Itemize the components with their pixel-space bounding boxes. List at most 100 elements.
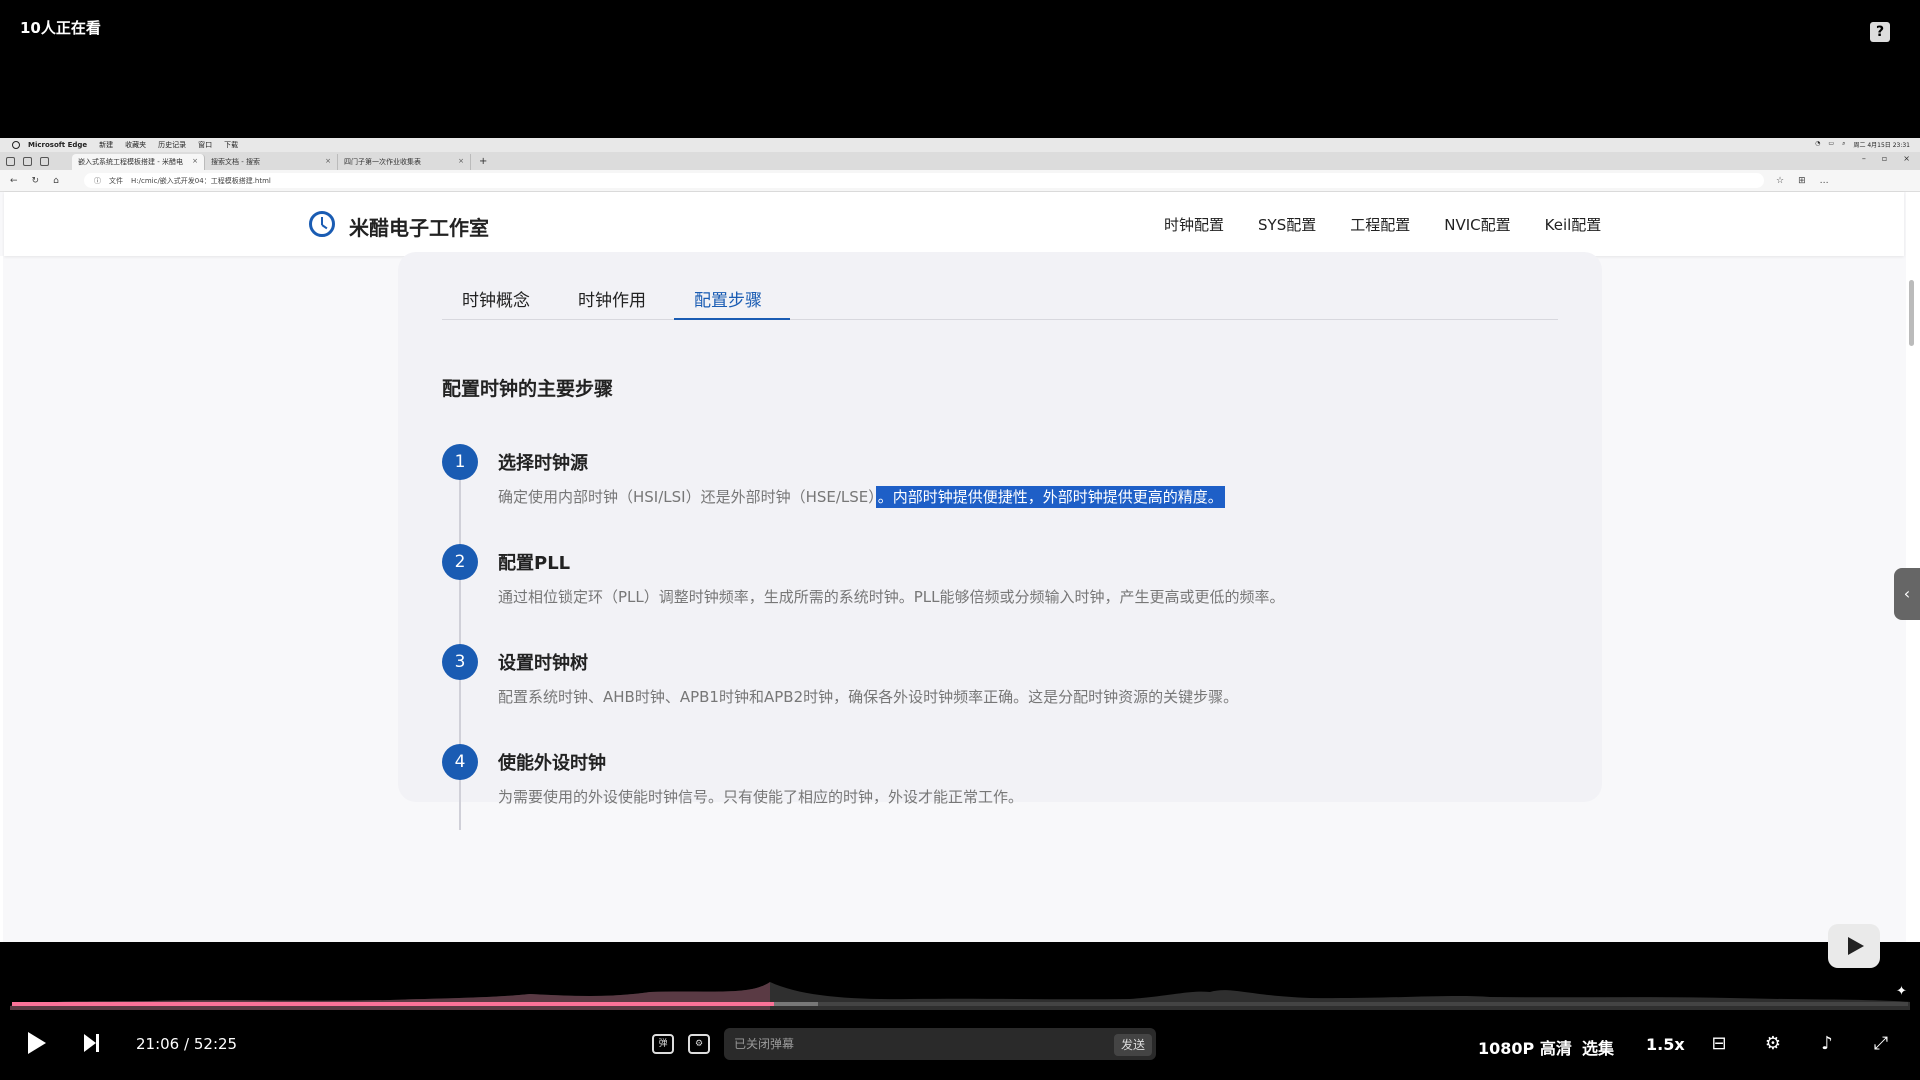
file-label: 文件: [109, 176, 123, 185]
step-description: 通过相位锁定环（PLL）调整时钟频率，生成所需的系统时钟。PLL能够倍频或分频输…: [498, 588, 1285, 606]
tab-clock-role[interactable]: 时钟作用: [578, 286, 646, 311]
address-field[interactable]: ⓘ 文件 H:/cmic/嵌入式开发04：工程模板搭建.html: [84, 173, 1764, 188]
site-nav: 时钟配置 SYS配置 工程配置 NVIC配置 Keil配置: [1164, 214, 1635, 235]
home-icon[interactable]: ⌂: [53, 176, 59, 186]
toolbar-icons: ☆ ⊞ …: [1776, 176, 1829, 186]
tab-clock-concept[interactable]: 时钟概念: [462, 286, 530, 311]
os-menu-new[interactable]: 新建: [99, 140, 113, 150]
time-separator: /: [184, 1035, 190, 1053]
browser-tab-bar: 嵌入式系统工程模板搭建 - 米醋电 × 搜索文档 - 搜索 × 四门子第一次作业…: [0, 152, 1920, 170]
step-item: 4 使能外设时钟 为需要使用的外设使能时钟信号。只有使能了相应的时钟，外设才能正…: [442, 744, 1562, 824]
browser-tab[interactable]: 四门子第一次作业收集表 ×: [338, 154, 471, 170]
step-number: 1: [442, 444, 478, 480]
progress-played[interactable]: [12, 1002, 774, 1006]
close-icon[interactable]: ×: [325, 157, 331, 167]
os-menu-bar: Microsoft Edge 新建 收藏夹 历史记录 窗口 下载 ◔ ▭ ⌕ 周…: [0, 138, 1920, 152]
browser-tab-label: 四门子第一次作业收集表: [344, 158, 421, 166]
tab-actions-icon[interactable]: [40, 156, 49, 166]
step-item: 3 设置时钟树 配置系统时钟、AHB时钟、APB1时钟和APB2时钟，确保各外设…: [442, 644, 1562, 724]
content-card: 时钟概念 时钟作用 配置步骤 配置时钟的主要步骤 1 选择时钟源 确定使用内部时…: [398, 252, 1602, 830]
step-description: 为需要使用的外设使能时钟信号。只有使能了相应的时钟，外设才能正常工作。: [498, 788, 1024, 806]
pin-icon[interactable]: ✦: [1896, 984, 1907, 999]
window-controls: – ▫ ×: [1862, 154, 1910, 163]
nav-nvic-config[interactable]: NVIC配置: [1444, 214, 1510, 235]
episodes-button[interactable]: 选集: [1582, 1035, 1614, 1059]
workspaces-icon[interactable]: [23, 156, 32, 166]
video-player-controls: ✦ 21:06 / 52:25 弹 ⚙ 已关闭弹幕 发送 1080P 高清 选集…: [0, 924, 1920, 1080]
clock-icon: [309, 211, 335, 237]
nav-project-config[interactable]: 工程配置: [1350, 214, 1410, 235]
tab-config-steps[interactable]: 配置步骤: [694, 286, 762, 311]
search-icon[interactable]: ⌕: [1842, 140, 1845, 149]
step-number: 2: [442, 544, 478, 580]
fullscreen-icon[interactable]: ⤢: [1868, 1032, 1894, 1056]
current-time: 21:06: [136, 1035, 180, 1053]
total-time: 52:25: [193, 1035, 238, 1053]
content-tabs: 时钟概念 时钟作用 配置步骤: [442, 276, 1558, 320]
section-heading: 配置时钟的主要步骤: [442, 378, 614, 400]
step-title: 使能外设时钟: [498, 753, 606, 774]
tab-actions: [0, 152, 72, 170]
os-menu-window[interactable]: 窗口: [198, 140, 212, 150]
captured-screen: Microsoft Edge 新建 收藏夹 历史记录 窗口 下载 ◔ ▭ ⌕ 周…: [0, 138, 1920, 942]
danmaku-toggle-icon[interactable]: 弹: [652, 1034, 674, 1054]
new-tab-icon[interactable]: +: [471, 154, 495, 170]
site-title[interactable]: 米醋电子工作室: [349, 212, 489, 241]
os-menu-favorites[interactable]: 收藏夹: [125, 140, 146, 150]
back-icon[interactable]: ←: [10, 176, 18, 186]
browser-tab[interactable]: 搜索文档 - 搜索 ×: [205, 154, 338, 170]
chevron-left-icon[interactable]: ‹: [1894, 568, 1920, 620]
more-icon[interactable]: …: [1820, 176, 1829, 186]
battery-icon[interactable]: ▭: [1828, 140, 1834, 149]
scrollbar-thumb[interactable]: [1909, 280, 1914, 346]
wifi-icon[interactable]: ◔: [1815, 140, 1820, 149]
step-number: 3: [442, 644, 478, 680]
info-icon[interactable]: ⓘ: [94, 176, 101, 186]
browser-tab-label: 搜索文档 - 搜索: [211, 158, 260, 166]
danmaku-input[interactable]: 已关闭弹幕: [724, 1028, 1156, 1060]
subtitle-icon[interactable]: ⊟: [1706, 1032, 1732, 1056]
help-icon[interactable]: ?: [1870, 22, 1890, 42]
url-text: H:/cmic/嵌入式开发04：工程模板搭建.html: [131, 176, 271, 185]
browser-tab-label: 嵌入式系统工程模板搭建 - 米醋电: [78, 158, 183, 166]
maximize-icon[interactable]: ▫: [1882, 154, 1887, 163]
star-icon[interactable]: ☆: [1776, 176, 1784, 186]
mini-player-icon[interactable]: [1828, 924, 1880, 968]
step-title: 选择时钟源: [498, 453, 588, 474]
step-description: 确定使用内部时钟（HSI/LSI）还是外部时钟（HSE/LSE） 。内部时钟提供便…: [498, 486, 1225, 508]
site-header: 米醋电子工作室 时钟配置 SYS配置 工程配置 NVIC配置 Keil配置: [4, 192, 1904, 256]
active-tab-indicator: [674, 318, 790, 320]
web-page: 米醋电子工作室 时钟配置 SYS配置 工程配置 NVIC配置 Keil配置 时钟…: [0, 192, 1920, 942]
speed-button[interactable]: 1.5x: [1646, 1035, 1685, 1054]
nav-sys-config[interactable]: SYS配置: [1258, 214, 1316, 235]
os-status-area: ◔ ▭ ⌕ 周二 4月15日 23:31: [1815, 140, 1910, 149]
next-icon[interactable]: [84, 1034, 99, 1052]
nav-clock-config[interactable]: 时钟配置: [1164, 214, 1224, 235]
step-item: 1 选择时钟源 确定使用内部时钟（HSI/LSI）还是外部时钟（HSE/LSE）…: [442, 444, 1562, 524]
window-close-icon[interactable]: ×: [1903, 154, 1910, 163]
step-number: 4: [442, 744, 478, 780]
close-icon[interactable]: ×: [458, 157, 464, 167]
settings-icon[interactable]: ⚙: [1760, 1032, 1786, 1056]
close-icon[interactable]: ×: [192, 157, 198, 167]
step-title: 配置PLL: [498, 553, 571, 574]
selected-text[interactable]: 。内部时钟提供便捷性，外部时钟提供更高的精度。: [875, 486, 1225, 508]
profile-icon[interactable]: [6, 156, 15, 166]
apple-icon[interactable]: [12, 141, 20, 149]
play-icon[interactable]: [28, 1032, 46, 1054]
os-clock: 周二 4月15日 23:31: [1853, 142, 1910, 149]
time-display: 21:06 / 52:25: [136, 1035, 237, 1053]
page-edge: [0, 256, 3, 942]
browser-tab[interactable]: 嵌入式系统工程模板搭建 - 米醋电 ×: [72, 154, 205, 170]
nav-keil-config[interactable]: Keil配置: [1545, 214, 1602, 235]
refresh-icon[interactable]: ↻: [32, 176, 40, 186]
os-menu-download[interactable]: 下载: [224, 140, 238, 150]
quality-button[interactable]: 1080P 高清: [1478, 1035, 1572, 1059]
volume-icon[interactable]: ♪: [1814, 1032, 1840, 1056]
danmaku-settings-icon[interactable]: ⚙: [688, 1034, 710, 1054]
os-app-name[interactable]: Microsoft Edge: [28, 141, 87, 149]
danmaku-send-button[interactable]: 发送: [1114, 1034, 1152, 1056]
os-menu-history[interactable]: 历史记录: [158, 140, 186, 150]
minimize-icon[interactable]: –: [1862, 154, 1866, 163]
extensions-icon[interactable]: ⊞: [1798, 176, 1806, 186]
